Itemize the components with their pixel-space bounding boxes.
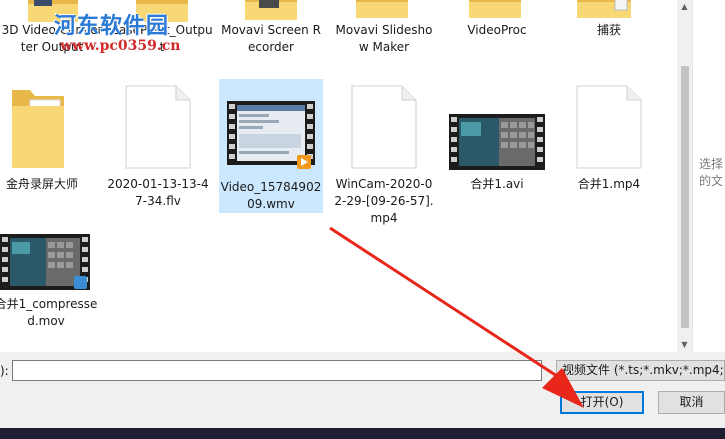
- scroll-up-icon[interactable]: ▲: [680, 2, 689, 11]
- list-item[interactable]: 金舟录屏大师: [0, 80, 94, 198]
- vertical-scrollbar[interactable]: ▲ ▼: [677, 0, 692, 352]
- blank-file-icon: [576, 85, 642, 169]
- scroll-down-icon[interactable]: ▼: [680, 340, 689, 349]
- list-item-selected[interactable]: Video_1578490209.wmv: [219, 79, 323, 213]
- file-name: Movavi Screen Recorder: [221, 23, 321, 54]
- list-item[interactable]: WinCam-2020-02-29-[09-26-57].mp4: [332, 80, 436, 230]
- folder-icon: [12, 90, 64, 168]
- file-name: 2020-01-13-13-47-34.flv: [107, 177, 209, 208]
- list-item[interactable]: 合并1_compressed.mov: [0, 226, 98, 350]
- list-item[interactable]: Movavi Screen Recorder: [219, 0, 323, 60]
- file-name: 金舟录屏大师: [5, 177, 78, 191]
- video-thumbnail-icon: [0, 234, 90, 290]
- file-name: 合并1.avi: [470, 177, 524, 191]
- file-name: WinCam-2020-02-29-[09-26-57].mp4: [334, 177, 434, 225]
- watermark: 河东软件园 www.pc0359.cn: [54, 8, 180, 54]
- blank-file-icon: [351, 85, 417, 169]
- video-thumbnail-icon: [227, 101, 315, 169]
- file-name: 合并1_compressed.mov: [0, 297, 98, 328]
- preview-hint: 选择 的文: [699, 157, 724, 188]
- open-button[interactable]: 打开(O): [560, 391, 644, 414]
- video-thumbnail-icon: [449, 114, 545, 170]
- dialog-footer: ): 视频文件 (*.ts;*.mkv;*.mp4;*.a 打开(O) 取消: [0, 352, 725, 428]
- filename-input[interactable]: [12, 360, 542, 381]
- blank-file-icon: [125, 85, 191, 169]
- list-item[interactable]: VideoProc: [445, 0, 549, 45]
- file-list-view[interactable]: 3D Video Converter Output EasePaint_Outp…: [0, 0, 677, 352]
- file-name: VideoProc: [467, 23, 527, 37]
- file-type-select[interactable]: 视频文件 (*.ts;*.mkv;*.mp4;*.a: [556, 360, 725, 381]
- watermark-url: www.pc0359.cn: [60, 38, 181, 54]
- file-name: Movavi Slideshow Maker: [335, 23, 433, 54]
- scroll-thumb[interactable]: [681, 66, 689, 328]
- list-item[interactable]: 捕获: [557, 0, 661, 45]
- list-item[interactable]: 合并1.avi: [445, 80, 549, 198]
- file-name: 合并1.mp4: [577, 177, 641, 191]
- list-item[interactable]: 合并1.mp4: [557, 80, 661, 198]
- filename-label: ):: [0, 364, 9, 378]
- file-name: Video_1578490209.wmv: [220, 180, 322, 211]
- taskbar: [0, 428, 725, 439]
- cancel-button[interactable]: 取消: [658, 391, 725, 414]
- list-item[interactable]: 2020-01-13-13-47-34.flv: [106, 80, 210, 210]
- preview-pane: 选择 的文: [692, 0, 725, 352]
- list-item[interactable]: Movavi Slideshow Maker: [332, 0, 436, 75]
- file-badge-icon: [74, 276, 87, 289]
- watermark-title: 河东软件园: [54, 13, 170, 39]
- file-name: 捕获: [596, 23, 621, 37]
